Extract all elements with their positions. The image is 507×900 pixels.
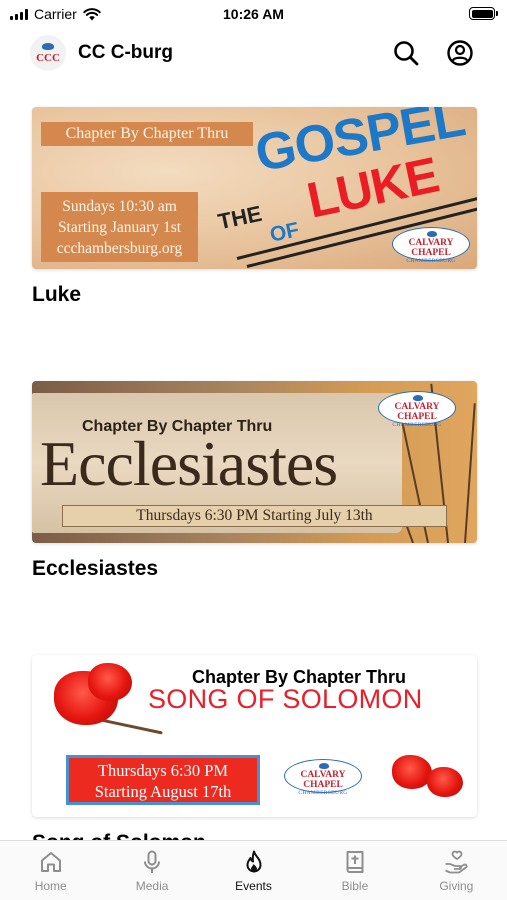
banner-schedule: Thursdays 6:30 PM Starting August 17th [66,755,260,805]
app-logo: CCC [30,35,66,71]
tab-label: Home [34,879,67,893]
home-icon [40,852,61,872]
banner-line-2: Starting January 1st [57,219,182,236]
badge-name: CALVARY CHAPEL [408,238,454,258]
badge-name: CALVARY CHAPEL [394,402,440,422]
microphone-icon [144,850,161,873]
tab-bar: Home Media Events Bible Giving [0,840,507,900]
tab-label: Bible [341,879,369,893]
event-banner-luke[interactable]: Chapter By Chapter Thru Sundays 10:30 am… [32,107,477,269]
search-icon[interactable] [392,39,420,67]
tab-events[interactable]: Events [203,841,304,900]
event-banner-ecclesiastes[interactable]: Chapter By Chapter Thru Ecclesiastes Thu… [32,381,477,543]
badge-sub: CHAMBERSBURG [406,258,456,264]
banner-kicker: Chapter By Chapter Thru [41,122,253,146]
calvary-chapel-badge: CALVARY CHAPEL CHAMBERSBURG [378,391,456,428]
banner-word-the: THE [215,200,265,235]
banner-line-1: Thursdays 6:30 PM [97,761,229,780]
banner-book-title: SONG OF SOLOMON [148,684,423,714]
banner-schedule: Thursdays 6:30 PM Starting July 13th [62,505,447,527]
badge-sub: CHAMBERSBURG [298,790,348,796]
tab-label: Giving [439,879,474,893]
event-title[interactable]: Ecclesiastes [32,557,477,581]
tab-media[interactable]: Media [101,841,202,900]
app-header: CCC CC C-burg [0,30,507,76]
calvary-chapel-badge: CALVARY CHAPEL CHAMBERSBURG [392,227,470,264]
giving-hand-icon [445,850,468,874]
banner-book-title: Ecclesiastes [40,428,338,499]
banner-line-1: Sundays 10:30 am [62,198,177,215]
tab-giving[interactable]: Giving [406,841,507,900]
grass-stalk [464,403,476,543]
banner-schedule: Sundays 10:30 am Starting January 1st cc… [41,192,198,262]
tab-label: Media [135,879,169,893]
bible-icon [346,851,364,873]
tab-label: Events [235,879,272,893]
badge-sub: CHAMBERSBURG [392,422,442,428]
status-time: 10:26 AM [223,6,284,22]
tab-home[interactable]: Home [0,841,101,900]
rose-image [88,663,132,701]
account-icon[interactable] [446,39,474,67]
badge-name: CALVARY CHAPEL [300,770,346,790]
event-title[interactable]: Luke [32,283,477,307]
banner-line-2: Starting August 17th [94,782,232,801]
logo-text: CCC [36,52,60,64]
rose-image [427,767,463,797]
event-title[interactable]: Song of Solomon [32,831,477,840]
event-card-luke[interactable]: Chapter By Chapter Thru Sundays 10:30 am… [32,107,477,307]
flame-icon [246,850,262,873]
status-bar: Carrier 10:26 AM [0,0,507,30]
event-card-ecclesiastes[interactable]: Chapter By Chapter Thru Ecclesiastes Thu… [32,381,477,581]
rose-image [392,755,432,789]
battery-icon [469,7,498,20]
event-banner-song-of-solomon[interactable]: Chapter By Chapter Thru SONG OF SOLOMON … [32,655,477,817]
event-card-song-of-solomon[interactable]: Chapter By Chapter Thru SONG OF SOLOMON … [32,655,477,840]
app-title: CC C-burg [78,42,173,63]
banner-line-3: ccchambersburg.org [56,240,183,257]
events-list[interactable]: Chapter By Chapter Thru Sundays 10:30 am… [0,76,507,840]
tab-bible[interactable]: Bible [304,841,405,900]
calvary-chapel-badge: CALVARY CHAPEL CHAMBERSBURG [284,759,362,796]
